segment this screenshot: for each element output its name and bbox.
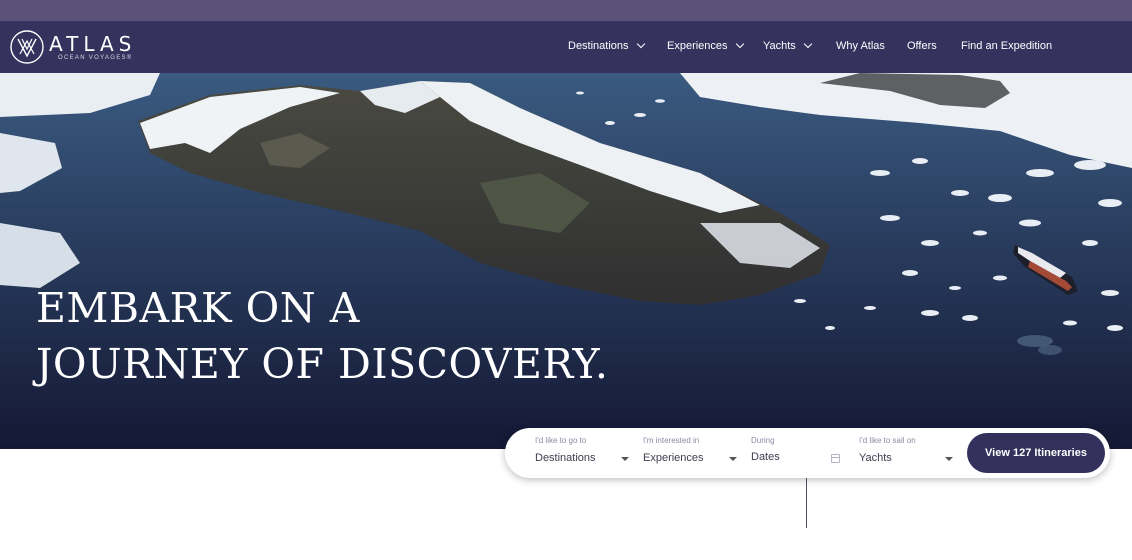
- yacht-select[interactable]: I'd like to sail on Yachts: [859, 435, 954, 471]
- hero-banner: EMBARK ON A JOURNEY OF DISCOVERY.: [0, 73, 1132, 449]
- main-navbar: ATLAS OCEAN VOYAGES® Destinations Experi…: [0, 21, 1132, 73]
- nav-item-label: Experiences: [667, 40, 728, 52]
- brand-tagline: OCEAN VOYAGES®: [58, 55, 133, 61]
- experience-select[interactable]: I'm interested in Experiences: [643, 435, 738, 471]
- chevron-down-icon: [803, 39, 813, 49]
- view-itineraries-button[interactable]: View 127 Itineraries: [967, 433, 1105, 473]
- nav-item-why-atlas[interactable]: Why Atlas: [836, 40, 885, 52]
- antarctic-landscape-image: [0, 73, 1132, 449]
- hero-headline-line-2: JOURNEY OF DISCOVERY.: [36, 340, 609, 388]
- nav-item-offers[interactable]: Offers: [907, 40, 937, 52]
- caret-down-icon: [621, 457, 629, 461]
- dates-label: During: [751, 436, 775, 445]
- atlas-logo[interactable]: ATLAS OCEAN VOYAGES®: [9, 28, 139, 66]
- destination-value: Destinations: [535, 452, 596, 464]
- nav-item-label: Offers: [907, 40, 937, 52]
- scroll-indicator-line: [806, 478, 807, 528]
- dates-value: Dates: [751, 451, 780, 463]
- top-strip: [0, 0, 1132, 21]
- brand-name: ATLAS: [49, 32, 137, 56]
- experience-label: I'm interested in: [643, 436, 700, 445]
- nav-item-find-expedition[interactable]: Find an Expedition: [961, 40, 1052, 52]
- yacht-value: Yachts: [859, 452, 892, 464]
- destination-label: I'd like to go to: [535, 436, 587, 445]
- yacht-label: I'd like to sail on: [859, 436, 916, 445]
- nav-item-label: Destinations: [568, 40, 629, 52]
- destination-select[interactable]: I'd like to go to Destinations: [535, 435, 630, 471]
- atlas-emblem-icon: [10, 30, 44, 64]
- nav-item-yachts[interactable]: Yachts: [763, 39, 813, 52]
- nav-item-label: Find an Expedition: [961, 40, 1053, 52]
- experience-value: Experiences: [643, 452, 704, 464]
- nav-item-experiences[interactable]: Experiences: [667, 39, 744, 52]
- dates-picker[interactable]: During Dates: [751, 435, 846, 471]
- calendar-icon: [831, 454, 840, 463]
- hero-headline: EMBARK ON A JOURNEY OF DISCOVERY.: [36, 280, 608, 392]
- chevron-down-icon: [636, 39, 645, 49]
- hero-headline-line-1: EMBARK ON A: [36, 284, 360, 332]
- nav-item-label: Why Atlas: [836, 40, 885, 52]
- nav-item-label: Yachts: [763, 40, 796, 52]
- caret-down-icon: [729, 457, 737, 461]
- nav-item-destinations[interactable]: Destinations: [568, 39, 645, 52]
- expedition-search-bar: I'd like to go to Destinations I'm inter…: [505, 428, 1110, 478]
- chevron-down-icon: [735, 39, 744, 49]
- caret-down-icon: [945, 457, 953, 461]
